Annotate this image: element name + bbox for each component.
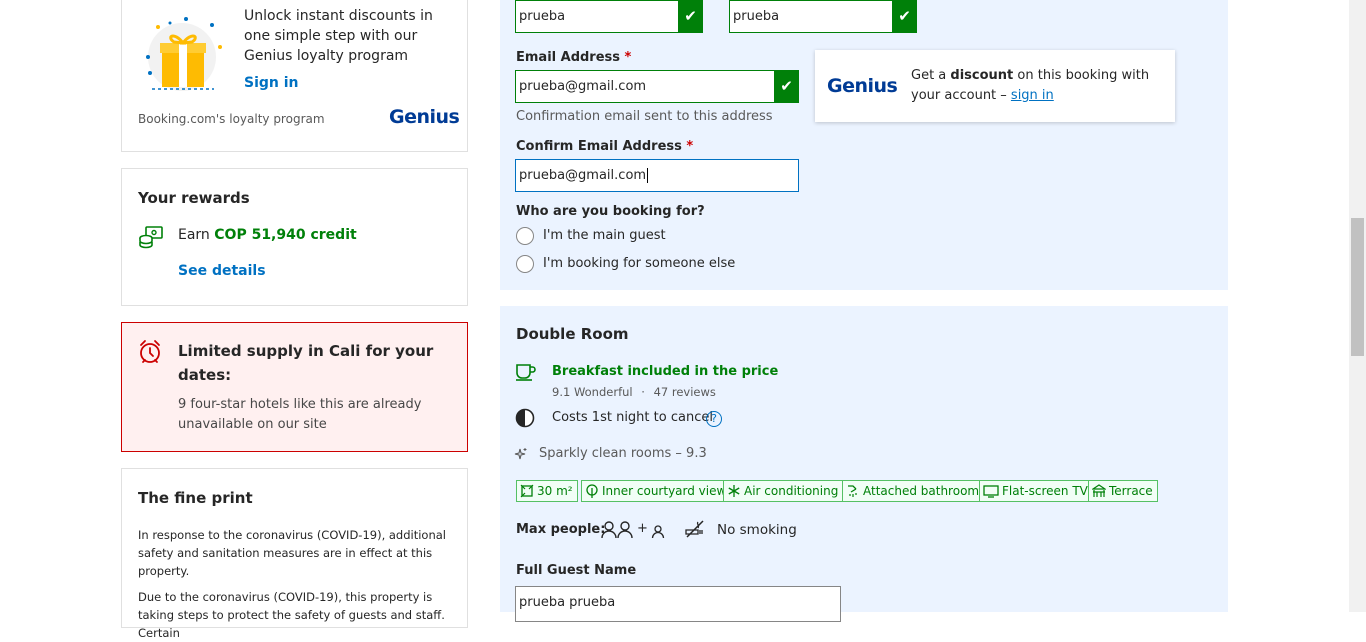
required-asterisk: * bbox=[686, 139, 694, 154]
popup-sign-in-link[interactable]: sign in bbox=[1011, 88, 1054, 103]
last-name-value: prueba bbox=[733, 9, 780, 24]
genius-signin-popup: Genius Get a discount on this booking wi… bbox=[815, 50, 1175, 122]
last-name-input[interactable]: prueba ✔ bbox=[729, 0, 917, 33]
required-asterisk: * bbox=[624, 50, 632, 65]
coffee-cup-icon bbox=[515, 363, 537, 385]
email-value: prueba@gmail.com bbox=[519, 79, 647, 94]
review-score-line: 9.1 Wonderful · 47 reviews bbox=[552, 385, 716, 399]
no-smoking-icon bbox=[684, 519, 706, 543]
booking-for-label: Who are you booking for? bbox=[516, 204, 705, 219]
checkmark-icon: ✔ bbox=[774, 70, 799, 103]
fine-print-card: The fine print In response to the corona… bbox=[121, 468, 468, 640]
page-scrollbar-thumb[interactable] bbox=[1351, 218, 1364, 356]
facility-air-conditioning: Air conditioning bbox=[723, 480, 844, 502]
full-guest-name-label: Full Guest Name bbox=[516, 563, 637, 578]
email-label: Email Address * bbox=[516, 50, 631, 65]
fine-print-paragraph-2: Due to the coronavirus (COVID-19), this … bbox=[138, 590, 445, 640]
facility-label: Attached bathroom bbox=[863, 484, 980, 498]
facility-courtyard-view: Inner courtyard view bbox=[581, 480, 732, 502]
room-title: Double Room bbox=[516, 325, 629, 343]
gift-icon bbox=[138, 13, 226, 97]
email-input[interactable]: prueba@gmail.com ✔ bbox=[515, 70, 799, 103]
sparkle-icon bbox=[514, 447, 528, 465]
email-hint: Confirmation email sent to this address bbox=[516, 109, 773, 124]
plus-sign: + bbox=[637, 521, 648, 536]
genius-logo: Genius bbox=[827, 75, 898, 97]
max-people-label: Max people: bbox=[516, 522, 606, 537]
confirm-email-label-text: Confirm Email Address bbox=[516, 139, 682, 154]
main-guest-radio[interactable] bbox=[516, 227, 534, 245]
cleanliness-score: Sparkly clean rooms – 9.3 bbox=[539, 446, 707, 461]
popup-text-bold: discount bbox=[950, 68, 1014, 83]
facility-attached-bathroom: Attached bathroom bbox=[842, 480, 985, 502]
adults-icon bbox=[601, 520, 635, 544]
tv-icon bbox=[983, 485, 999, 498]
facility-label: Inner courtyard view bbox=[602, 484, 727, 498]
popup-text-pre: Get a bbox=[911, 68, 951, 83]
email-label-text: Email Address bbox=[516, 50, 621, 65]
full-guest-name-input[interactable]: prueba prueba bbox=[515, 586, 841, 622]
full-guest-name-value: prueba prueba bbox=[519, 595, 616, 610]
terrace-icon bbox=[1091, 484, 1107, 497]
genius-loyalty-card: Unlock instant discounts in one simple s… bbox=[121, 0, 468, 152]
facility-label: Terrace bbox=[1109, 484, 1153, 498]
limited-supply-title: Limited supply in Cali for your dates: bbox=[178, 342, 434, 384]
checkmark-icon: ✔ bbox=[892, 0, 917, 33]
genius-promo-text: Unlock instant discounts in one simple s… bbox=[244, 8, 433, 64]
facility-label: 30 m² bbox=[537, 484, 573, 498]
limited-supply-alert: Limited supply in Cali for your dates: 9… bbox=[121, 322, 468, 452]
first-name-value: prueba bbox=[519, 9, 566, 24]
facility-flat-screen-tv: Flat-screen TV bbox=[979, 480, 1093, 502]
text-cursor bbox=[647, 168, 649, 183]
money-icon bbox=[138, 225, 164, 253]
facility-room-size: 30 m² bbox=[516, 480, 578, 502]
limited-supply-body: 9 four-star hotels like this are already… bbox=[178, 397, 422, 432]
breakfast-included: Breakfast included in the price bbox=[552, 364, 779, 379]
first-name-input[interactable]: prueba ✔ bbox=[515, 0, 703, 33]
fine-print-paragraph-1: In response to the coronavirus (COVID-19… bbox=[138, 528, 446, 578]
child-icon bbox=[651, 524, 665, 544]
confirm-email-label: Confirm Email Address * bbox=[516, 139, 693, 154]
facility-terrace: Terrace bbox=[1088, 480, 1158, 502]
someone-else-label[interactable]: I'm booking for someone else bbox=[543, 256, 735, 271]
shower-icon bbox=[848, 485, 857, 497]
someone-else-radio[interactable] bbox=[516, 255, 534, 273]
separator-dot: · bbox=[641, 385, 645, 399]
rewards-earn-line: Earn COP 51,940 credit bbox=[178, 227, 357, 243]
rewards-earn-prefix: Earn bbox=[178, 227, 210, 243]
fine-print-title: The fine print bbox=[138, 489, 253, 507]
genius-popup-text: Get a discount on this booking with your… bbox=[911, 66, 1156, 106]
cancellation-policy: Costs 1st night to cancel bbox=[552, 410, 713, 425]
review-count: 47 reviews bbox=[653, 385, 716, 399]
rewards-card: Your rewards Earn COP 51,940 credit See … bbox=[121, 168, 468, 306]
genius-footer-text: Booking.com's loyalty program bbox=[138, 112, 325, 126]
main-guest-label[interactable]: I'm the main guest bbox=[543, 228, 666, 243]
facility-label: Air conditioning bbox=[744, 484, 839, 498]
rewards-earn-amount: COP 51,940 credit bbox=[214, 227, 357, 243]
cancel-help-icon[interactable]: ? bbox=[706, 411, 722, 427]
confirm-email-value: prueba@gmail.com bbox=[519, 168, 647, 183]
genius-sign-in-link[interactable]: Sign in bbox=[244, 75, 299, 91]
alarm-clock-icon bbox=[138, 339, 162, 369]
facility-label: Flat-screen TV bbox=[1002, 484, 1088, 498]
confirm-email-input[interactable]: prueba@gmail.com bbox=[515, 159, 799, 192]
see-details-link[interactable]: See details bbox=[178, 263, 266, 279]
no-smoking-label: No smoking bbox=[717, 522, 797, 538]
checkmark-icon: ✔ bbox=[678, 0, 703, 33]
review-score: 9.1 Wonderful bbox=[552, 385, 633, 399]
snowflake-icon bbox=[728, 485, 740, 497]
room-size-icon bbox=[520, 484, 534, 498]
rewards-title: Your rewards bbox=[138, 189, 250, 207]
genius-logo: Genius bbox=[389, 106, 460, 128]
half-circle-icon bbox=[515, 408, 535, 432]
tree-icon bbox=[586, 484, 598, 498]
